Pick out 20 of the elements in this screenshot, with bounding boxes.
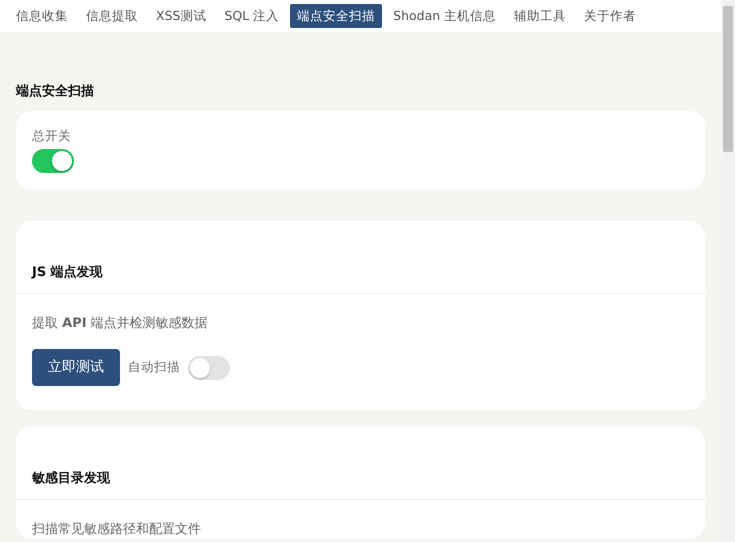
toggle-switch[interactable] [32, 149, 74, 174]
test-button[interactable]: 立即测试 [32, 349, 120, 386]
switch-label: 总开关 [32, 126, 72, 144]
tab[interactable]: XSS测试 [149, 4, 214, 28]
tab[interactable]: 信息收集 [9, 4, 75, 28]
section-title: 端点安全扫描 [16, 82, 95, 101]
tab[interactable]: 辅助工具 [507, 4, 574, 28]
tab[interactable]: Shodan 主机信息 [386, 4, 504, 28]
card-description: 扫描常见敏感路径和配置文件 [31, 520, 202, 539]
tab[interactable]: SQL 注入 [217, 4, 286, 28]
card-title: 敏感目录发现 [30, 470, 111, 488]
card-title: JS 端点发现 [30, 264, 104, 282]
scrollbar-thumb[interactable] [723, 6, 733, 152]
tab[interactable]: 端点安全扫描 [290, 4, 382, 28]
tab[interactable]: 信息提取 [79, 4, 145, 28]
toggle-switch[interactable] [188, 356, 230, 380]
scrollbar[interactable] [721, 0, 735, 542]
card-description: 提取 API 端点并检测敏感数据 [31, 314, 209, 333]
auto-scan-label: 自动扫描 [128, 358, 180, 376]
tab[interactable]: 关于作者 [577, 4, 644, 28]
